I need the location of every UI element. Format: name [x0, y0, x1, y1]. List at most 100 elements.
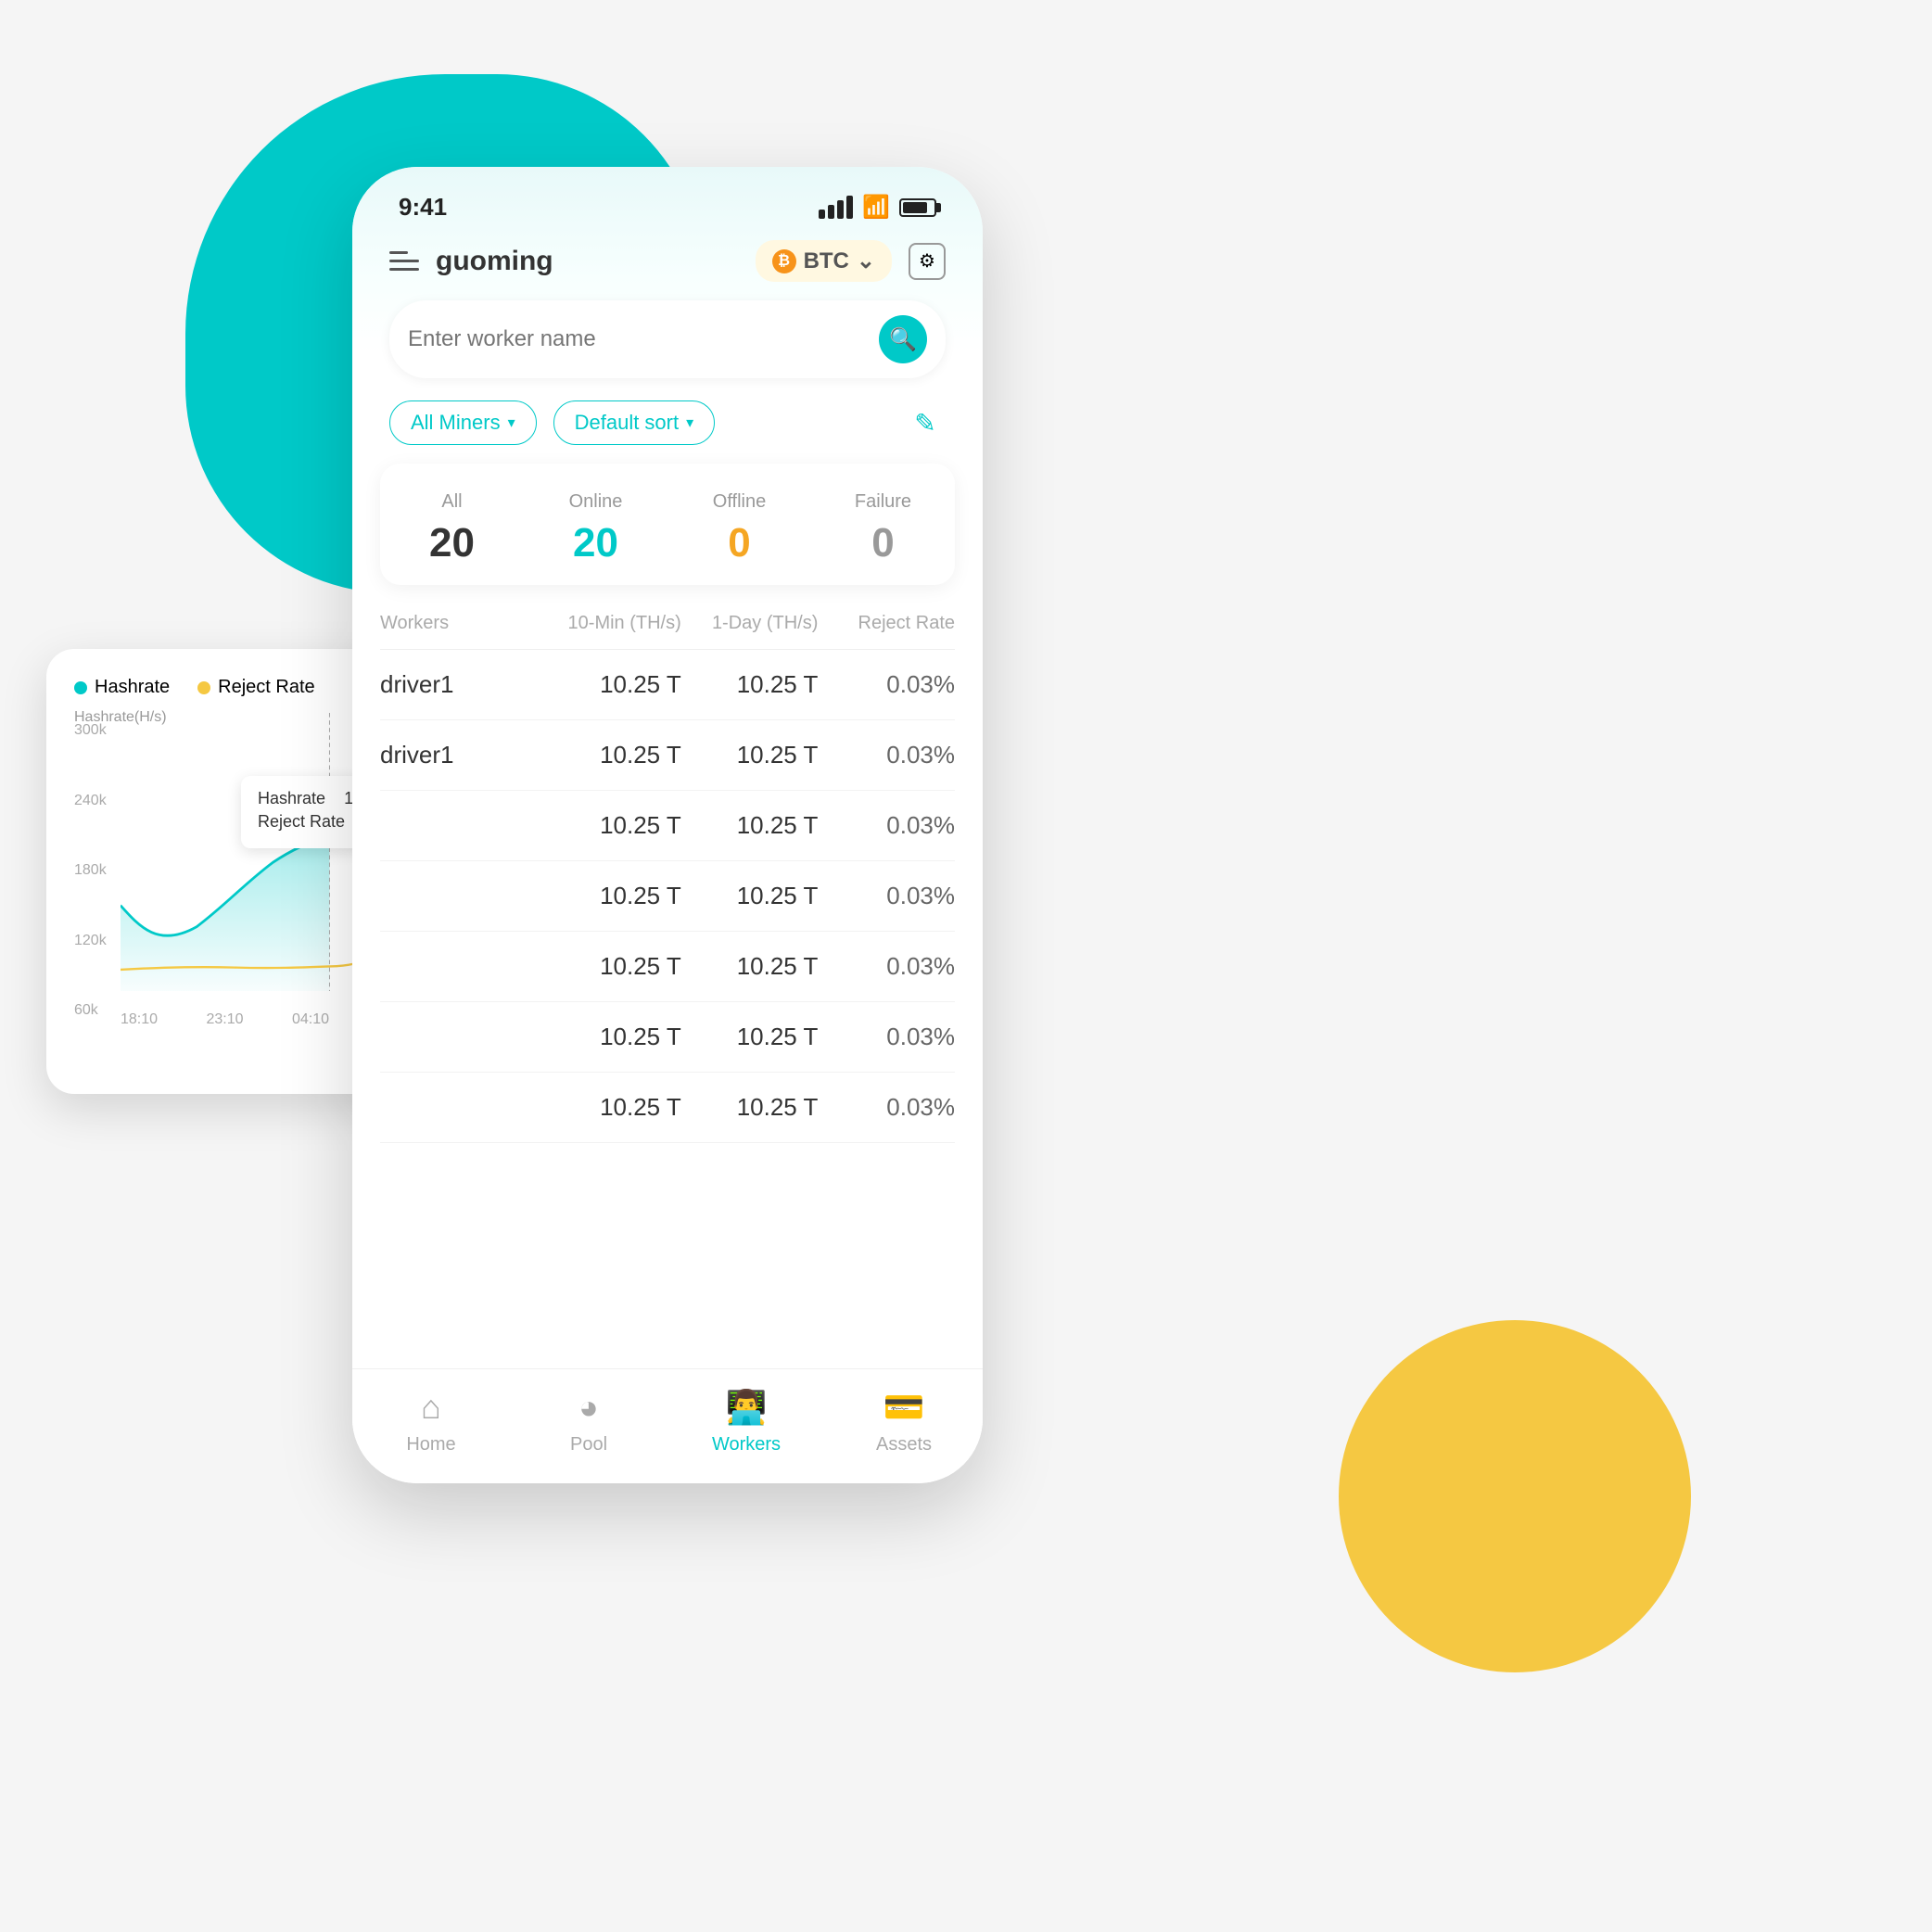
signal-bar-2 [828, 205, 834, 219]
hashrate-dot [74, 681, 87, 694]
td-10min-0: 10.25 T [544, 670, 681, 699]
miner-filter[interactable]: All Miners ▾ [389, 400, 537, 445]
td-1day-2: 10.25 T [681, 811, 819, 840]
td-reject-3: 0.03% [818, 882, 955, 910]
nav-assets[interactable]: 💳 Assets [825, 1388, 983, 1455]
table-row[interactable]: 10.25 T 10.25 T 0.03% [380, 1073, 955, 1143]
td-reject-2: 0.03% [818, 811, 955, 840]
battery-fill [903, 202, 927, 213]
table-body: driver1 10.25 T 10.25 T 0.03% driver1 10… [380, 650, 955, 1143]
search-bar: 🔍 [389, 300, 946, 378]
btc-chevron: ⌄ [857, 248, 875, 274]
y-left-5: 60k [74, 1002, 107, 1019]
stat-online: Online 20 [524, 491, 667, 566]
status-time: 9:41 [399, 193, 447, 222]
table-header: Workers 10-Min (TH/s) 1-Day (TH/s) Rejec… [380, 604, 955, 650]
miner-filter-label: All Miners [411, 411, 501, 435]
sort-chevron-icon: ▾ [686, 413, 693, 432]
table-row[interactable]: 10.25 T 10.25 T 0.03% [380, 791, 955, 861]
y-left-4: 120k [74, 933, 107, 949]
bottom-nav: ⌂ Home ◕ Pool 👨‍💻 Workers 💳 Assets [352, 1368, 983, 1483]
signal-bar-3 [837, 200, 844, 219]
th-reject: Reject Rate [818, 613, 955, 634]
x-label-2: 23:10 [206, 1011, 243, 1028]
y-axis-left: 300k 240k 180k 120k 60k [74, 713, 107, 1028]
table-row[interactable]: 10.25 T 10.25 T 0.03% [380, 1002, 955, 1073]
nav-home[interactable]: ⌂ Home [352, 1388, 510, 1455]
search-icon: 🔍 [889, 326, 917, 353]
sort-filter[interactable]: Default sort ▾ [553, 400, 716, 445]
td-worker-name-1: driver1 [380, 741, 544, 769]
miner-chevron-icon: ▾ [508, 413, 515, 432]
stats-card: All 20 Online 20 Offline 0 Failure 0 [380, 464, 955, 585]
app-header: guoming ₿ BTC ⌄ ⚙ [352, 231, 983, 300]
btc-badge[interactable]: ₿ BTC ⌄ [756, 240, 892, 282]
td-1day-5: 10.25 T [681, 1023, 819, 1051]
table-row[interactable]: 10.25 T 10.25 T 0.03% [380, 932, 955, 1002]
search-input[interactable] [408, 326, 879, 352]
phone-inner: 9:41 📶 [352, 167, 983, 1483]
table-row[interactable]: driver1 10.25 T 10.25 T 0.03% [380, 720, 955, 791]
td-10min-4: 10.25 T [544, 952, 681, 981]
stat-all: All 20 [380, 491, 524, 566]
stat-online-value: 20 [533, 520, 658, 566]
td-1day-3: 10.25 T [681, 882, 819, 910]
td-10min-1: 10.25 T [544, 741, 681, 769]
stat-failure-value: 0 [820, 520, 946, 566]
td-reject-5: 0.03% [818, 1023, 955, 1051]
nav-home-label: Home [406, 1434, 455, 1455]
legend-hashrate: Hashrate [74, 677, 170, 698]
th-workers: Workers [380, 613, 544, 634]
worker-table: Workers 10-Min (TH/s) 1-Day (TH/s) Rejec… [352, 604, 983, 1368]
td-1day-4: 10.25 T [681, 952, 819, 981]
th-10min: 10-Min (TH/s) [544, 613, 681, 634]
signal-bar-1 [819, 210, 825, 219]
menu-icon[interactable] [389, 251, 419, 271]
pool-icon: ◕ [578, 1388, 599, 1427]
y-left-1: 300k [74, 722, 107, 739]
header-left: guoming [389, 246, 553, 277]
settings-button[interactable]: ⚙ [909, 243, 946, 280]
stat-all-label: All [389, 491, 515, 513]
td-reject-4: 0.03% [818, 952, 955, 981]
assets-icon: 💳 [883, 1388, 925, 1427]
nav-pool[interactable]: ◕ Pool [510, 1388, 667, 1455]
stat-offline-value: 0 [677, 520, 802, 566]
x-label-3: 04:10 [292, 1011, 329, 1028]
search-button[interactable]: 🔍 [879, 315, 927, 363]
table-row[interactable]: 10.25 T 10.25 T 0.03% [380, 861, 955, 932]
td-10min-5: 10.25 T [544, 1023, 681, 1051]
y-left-3: 180k [74, 862, 107, 879]
legend-hashrate-label: Hashrate [95, 677, 170, 698]
nav-workers[interactable]: 👨‍💻 Workers [667, 1388, 825, 1455]
filter-row: All Miners ▾ Default sort ▾ ✎ [352, 400, 983, 464]
stat-offline: Offline 0 [667, 491, 811, 566]
bg-yellow-decoration [1339, 1320, 1691, 1672]
nav-workers-label: Workers [712, 1434, 781, 1455]
nav-pool-label: Pool [570, 1434, 607, 1455]
signal-bar-4 [846, 196, 853, 219]
th-1day: 1-Day (TH/s) [681, 613, 819, 634]
stat-failure: Failure 0 [811, 491, 955, 566]
td-10min-6: 10.25 T [544, 1093, 681, 1122]
edit-list-button[interactable]: ✎ [905, 402, 946, 443]
btc-label: BTC [804, 248, 849, 274]
reject-dot [197, 681, 210, 694]
status-bar: 9:41 📶 [352, 167, 983, 231]
td-1day-6: 10.25 T [681, 1093, 819, 1122]
sort-filter-label: Default sort [575, 411, 680, 435]
legend-reject-label: Reject Rate [218, 677, 315, 698]
header-right: ₿ BTC ⌄ ⚙ [756, 240, 946, 282]
battery-icon [899, 198, 936, 217]
status-icons: 📶 [819, 194, 936, 221]
td-1day-1: 10.25 T [681, 741, 819, 769]
stat-failure-label: Failure [820, 491, 946, 513]
hamburger-line-2 [389, 260, 419, 262]
td-1day-0: 10.25 T [681, 670, 819, 699]
table-row[interactable]: driver1 10.25 T 10.25 T 0.03% [380, 650, 955, 720]
nav-assets-label: Assets [876, 1434, 932, 1455]
signal-icon [819, 196, 853, 219]
td-reject-1: 0.03% [818, 741, 955, 769]
stat-offline-label: Offline [677, 491, 802, 513]
workers-icon: 👨‍💻 [726, 1388, 768, 1427]
